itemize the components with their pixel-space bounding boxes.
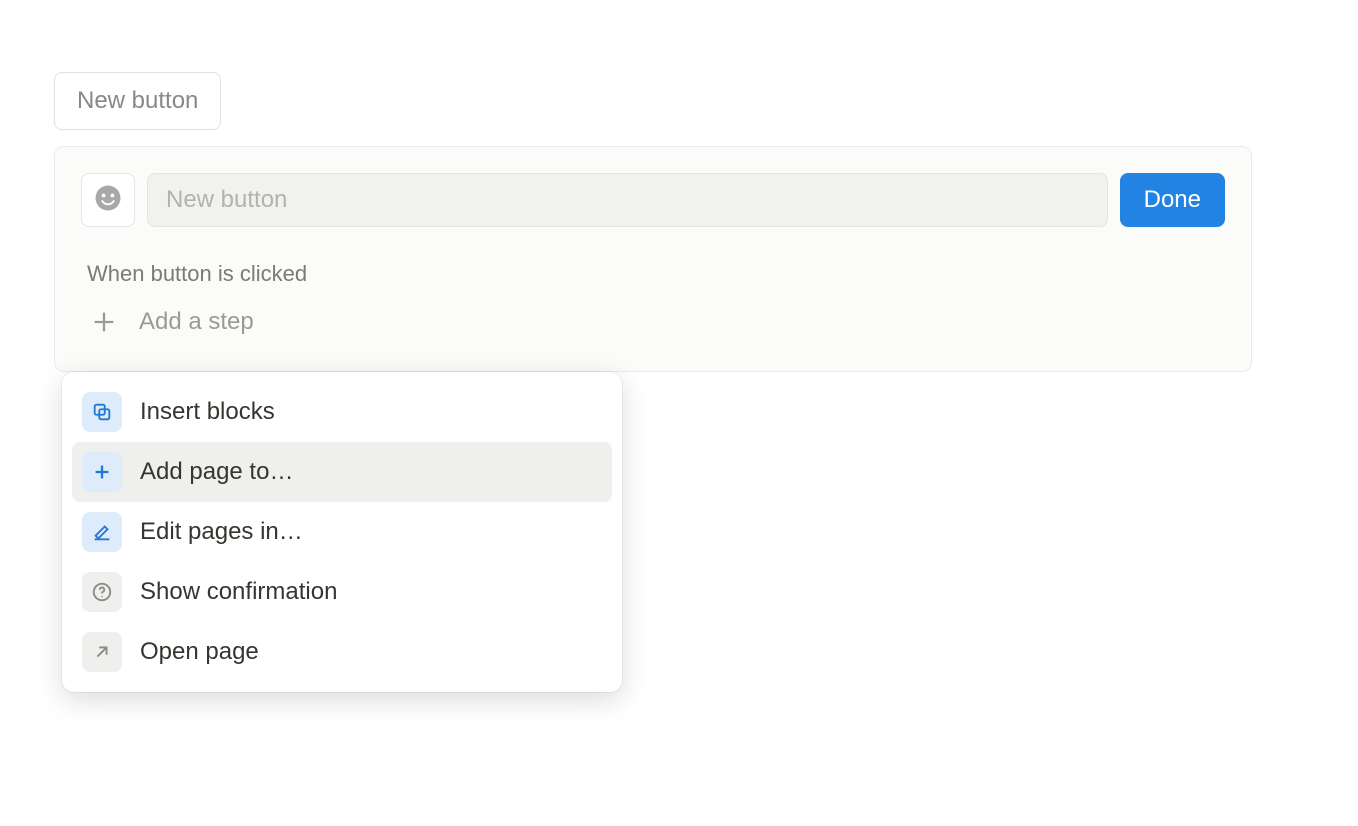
done-button-label: Done — [1144, 186, 1201, 213]
button-name-input[interactable] — [147, 173, 1108, 227]
config-header-row: Done — [81, 173, 1225, 227]
menu-item-label: Open page — [140, 638, 259, 666]
menu-item-open-page[interactable]: Open page — [72, 622, 612, 682]
pencil-icon — [82, 512, 122, 552]
section-label: When button is clicked — [81, 261, 1225, 287]
menu-item-insert-blocks[interactable]: Insert blocks — [72, 382, 612, 442]
emoji-picker-button[interactable] — [81, 173, 135, 227]
menu-item-label: Add page to… — [140, 458, 293, 486]
step-type-dropdown: Insert blocks Add page to… Edit pages in… — [62, 372, 622, 692]
menu-item-edit-pages-in[interactable]: Edit pages in… — [72, 502, 612, 562]
add-step-label: Add a step — [139, 308, 254, 336]
new-button-chip-label: New button — [77, 87, 198, 114]
menu-item-show-confirmation[interactable]: Show confirmation — [72, 562, 612, 622]
insert-blocks-icon — [82, 392, 122, 432]
question-circle-icon — [82, 572, 122, 612]
menu-item-add-page-to[interactable]: Add page to… — [72, 442, 612, 502]
smiley-icon — [93, 183, 123, 218]
add-step-button[interactable]: Add a step — [81, 299, 1225, 345]
menu-item-label: Show confirmation — [140, 578, 337, 606]
menu-item-label: Insert blocks — [140, 398, 275, 426]
done-button[interactable]: Done — [1120, 173, 1225, 227]
menu-item-label: Edit pages in… — [140, 518, 303, 546]
plus-icon — [82, 452, 122, 492]
new-button-chip[interactable]: New button — [54, 72, 221, 130]
button-config-panel: Done When button is clicked Add a step — [54, 146, 1252, 372]
arrow-up-right-icon — [82, 632, 122, 672]
plus-icon — [87, 305, 121, 339]
